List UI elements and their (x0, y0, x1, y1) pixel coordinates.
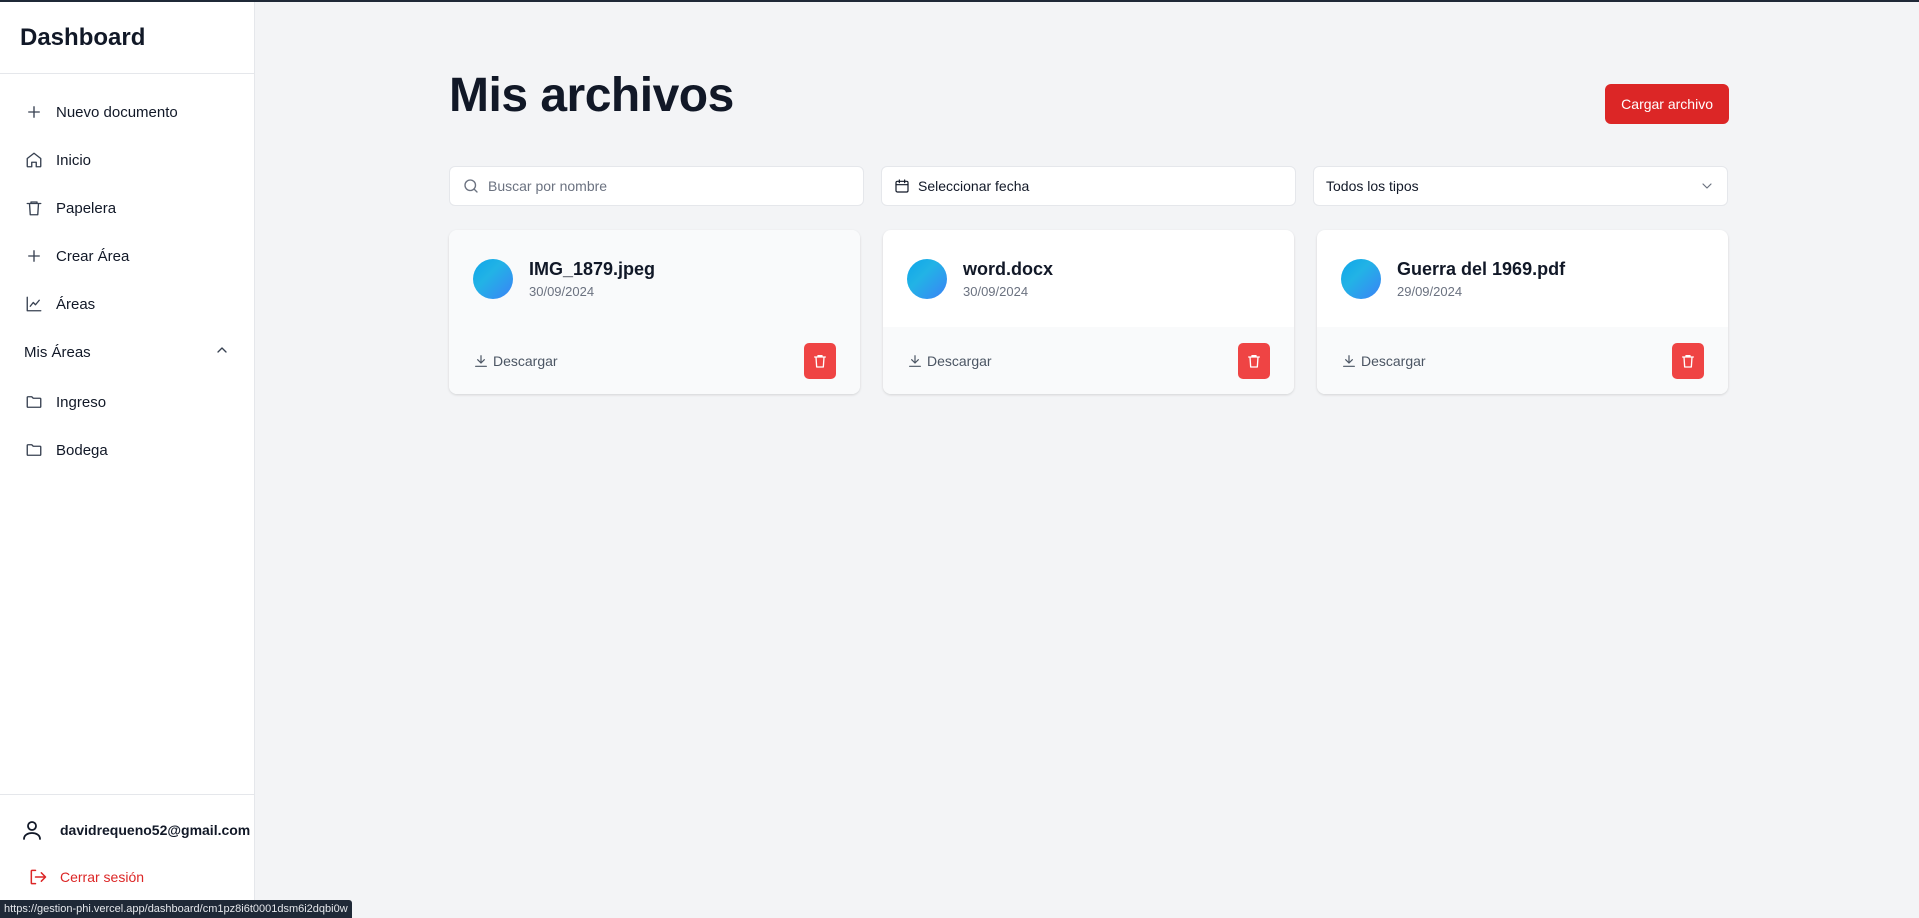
chevron-down-icon (1702, 183, 1712, 189)
sidebar-header: Dashboard (0, 2, 254, 74)
user-profile[interactable]: davidrequeno52@gmail.com (0, 803, 254, 857)
plus-icon (24, 102, 44, 122)
upload-file-button[interactable]: Cargar archivo (1605, 84, 1729, 124)
type-select-value: Todos los tipos (1326, 178, 1419, 194)
page-title: Mis archivos (449, 69, 734, 122)
download-button[interactable]: Descargar (907, 353, 992, 369)
sidebar-item-label: Áreas (56, 295, 96, 313)
download-icon (1343, 354, 1355, 367)
filters-bar: Seleccionar fecha Todos los tipos (449, 166, 1729, 206)
download-button[interactable]: Descargar (473, 353, 558, 369)
delete-button[interactable] (804, 342, 836, 379)
user-icon (23, 821, 41, 840)
search-field (449, 166, 864, 206)
file-name: Guerra del 1969.pdf (1397, 258, 1566, 279)
file-card[interactable]: word.docx 30/09/2024 Descargar (883, 230, 1294, 394)
sidebar-item-label: Ingreso (56, 393, 107, 411)
chart-icon (24, 294, 44, 314)
search-input[interactable] (488, 178, 851, 194)
file-name: IMG_1879.jpeg (529, 258, 656, 279)
download-label: Descargar (1361, 352, 1426, 369)
delete-button[interactable] (1672, 342, 1704, 379)
status-bar-url: https://gestion-phi.vercel.app/dashboard… (0, 900, 352, 918)
download-label: Descargar (927, 352, 992, 369)
file-card-header: Guerra del 1969.pdf 29/09/2024 (1317, 230, 1728, 327)
file-card-header: word.docx 30/09/2024 (883, 230, 1294, 327)
plus-icon (24, 246, 44, 266)
folder-icon (24, 440, 44, 460)
file-date: 29/09/2024 (1397, 283, 1463, 299)
mis-areas-toggle[interactable]: Mis Áreas (0, 332, 254, 372)
sidebar-item-label: Nuevo documento (56, 103, 178, 121)
main-content: Mis archivos Cargar archivo Seleccionar … (449, 0, 1729, 918)
file-date: 30/09/2024 (963, 283, 1029, 299)
file-card-header: IMG_1879.jpeg 30/09/2024 (449, 230, 860, 327)
sidebar-nav: Nuevo documento Inicio Papelera Crear Ár… (0, 74, 254, 470)
file-card-actions: Descargar (883, 327, 1294, 394)
delete-button[interactable] (1238, 342, 1270, 379)
section-label: Mis Áreas (24, 343, 91, 361)
file-card-actions: Descargar (1317, 327, 1728, 394)
download-label: Descargar (493, 352, 558, 369)
sidebar-item-nuevo-documento[interactable]: Nuevo documento (0, 92, 254, 132)
trash-icon (1248, 354, 1260, 368)
trash-icon (814, 354, 826, 368)
sidebar-item-crear-area[interactable]: Crear Área (0, 236, 254, 276)
download-icon (909, 354, 921, 367)
chevron-up-icon (214, 342, 230, 362)
file-avatar (1341, 258, 1381, 299)
sidebar-item-label: Papelera (56, 199, 117, 217)
sidebar-item-bodega[interactable]: Bodega (0, 430, 254, 470)
file-card-actions: Descargar (449, 327, 860, 394)
sidebar-title: Dashboard (20, 23, 146, 51)
date-picker-label: Seleccionar fecha (918, 178, 1030, 194)
type-select[interactable]: Todos los tipos (1313, 166, 1728, 206)
file-name: word.docx (963, 258, 1054, 279)
date-picker[interactable]: Seleccionar fecha (881, 166, 1296, 206)
calendar-icon (895, 179, 909, 193)
sidebar-item-areas[interactable]: Áreas (0, 284, 254, 324)
trash-icon (1682, 354, 1694, 368)
file-avatar (907, 258, 947, 299)
logout-label: Cerrar sesión (60, 869, 145, 885)
user-email: davidrequeno52@gmail.com (60, 822, 251, 838)
download-icon (475, 354, 487, 367)
file-date: 30/09/2024 (529, 283, 595, 299)
file-card[interactable]: Guerra del 1969.pdf 29/09/2024 Descargar (1317, 230, 1728, 394)
download-button[interactable]: Descargar (1341, 353, 1426, 369)
sidebar-item-label: Bodega (56, 441, 108, 459)
logout-icon (30, 869, 47, 885)
folder-icon (24, 392, 44, 412)
sidebar-item-label: Crear Área (56, 247, 130, 265)
search-icon (464, 179, 478, 193)
logout-button[interactable]: Cerrar sesión (0, 857, 254, 897)
sidebar: Dashboard Nuevo documento Inicio Papeler… (0, 2, 255, 918)
file-grid: IMG_1879.jpeg 30/09/2024 Descargar word.… (449, 230, 1729, 394)
sidebar-item-label: Inicio (56, 151, 92, 169)
sidebar-item-inicio[interactable]: Inicio (0, 140, 254, 180)
sidebar-item-papelera[interactable]: Papelera (0, 188, 254, 228)
home-icon (24, 150, 44, 170)
file-avatar (473, 258, 513, 299)
file-card[interactable]: IMG_1879.jpeg 30/09/2024 Descargar (449, 230, 860, 394)
trash-icon (24, 198, 44, 218)
sidebar-item-ingreso[interactable]: Ingreso (0, 382, 254, 422)
